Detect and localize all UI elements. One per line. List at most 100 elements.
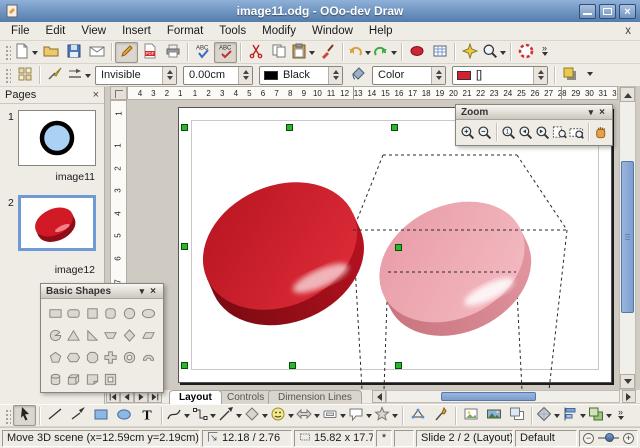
maximize-button[interactable]	[599, 4, 616, 19]
circle-pie-shape-button[interactable]	[46, 325, 64, 345]
ellipse-shape-button[interactable]	[139, 303, 157, 323]
spinner[interactable]	[238, 67, 252, 84]
arrowheads-button[interactable]	[66, 65, 92, 86]
menu-file[interactable]: File	[3, 24, 38, 39]
help-button[interactable]	[514, 42, 537, 63]
ring-shape-button[interactable]	[121, 347, 139, 367]
spinner[interactable]	[533, 67, 547, 84]
rectangle-shape-button[interactable]	[46, 303, 64, 323]
palette-dropdown-button[interactable]: ▾	[136, 286, 149, 297]
diamond-shape-button[interactable]	[121, 325, 139, 345]
shapes-palette-titlebar[interactable]: Basic Shapes ▾ ×	[41, 284, 163, 299]
toolbar-overflow-button[interactable]: »	[537, 42, 552, 63]
zoom-button[interactable]	[481, 42, 507, 63]
line-style-combo[interactable]: Invisible	[95, 66, 177, 85]
line-button[interactable]	[43, 405, 66, 426]
scroll-left-button[interactable]	[372, 390, 386, 403]
spellcheck-button[interactable]: ABC	[191, 42, 214, 63]
redo-button[interactable]	[372, 42, 398, 63]
shift-button[interactable]	[592, 123, 609, 142]
fill-type-combo[interactable]: Color	[372, 66, 446, 85]
zoom-palette-titlebar[interactable]: Zoom ▾ ×	[456, 105, 612, 120]
trapezoid-shape-button[interactable]	[102, 325, 120, 345]
connector-button[interactable]	[191, 405, 217, 426]
zoom-out-button[interactable]: −	[583, 433, 594, 444]
selection-handle[interactable]	[395, 244, 402, 251]
stars-button[interactable]	[373, 405, 399, 426]
cylinder-shape-button[interactable]	[46, 369, 64, 389]
fill-color-combo[interactable]: []	[452, 66, 548, 85]
print-button[interactable]	[161, 42, 184, 63]
frame-shape-button[interactable]	[102, 369, 120, 389]
octagon-shape-button[interactable]	[83, 347, 101, 367]
line-color-combo[interactable]: Black	[259, 66, 343, 85]
copy-button[interactable]	[267, 42, 290, 63]
toolbar-grip[interactable]	[4, 408, 11, 424]
rounded-square-shape-button[interactable]	[102, 303, 120, 323]
entire-page-button[interactable]	[551, 123, 568, 142]
selection-handle[interactable]	[395, 362, 402, 369]
grid-button[interactable]	[428, 42, 451, 63]
export-pdf-button[interactable]: PDF	[138, 42, 161, 63]
edit-file-button[interactable]	[115, 42, 138, 63]
curve-button[interactable]	[165, 405, 191, 426]
zoom-100-button[interactable]: 1	[500, 123, 517, 142]
horizontal-ruler[interactable]: 4321123456789101112131415161718192021222…	[127, 86, 618, 100]
toolbar-options-button[interactable]	[581, 65, 596, 86]
status-position[interactable]: 12.18 / 2.76	[202, 430, 292, 447]
from-file-button[interactable]	[459, 405, 482, 426]
isosceles-triangle-shape-button[interactable]	[65, 325, 83, 345]
3d-objects-button[interactable]	[535, 405, 561, 426]
ellipse-button[interactable]	[112, 405, 135, 426]
tab-controls[interactable]: Controls	[217, 390, 274, 404]
email-button[interactable]	[85, 42, 108, 63]
text-button[interactable]: T	[135, 405, 158, 426]
spinner[interactable]	[431, 67, 445, 84]
points-button[interactable]	[406, 405, 429, 426]
toolbar-grip[interactable]	[4, 44, 11, 60]
minimize-button[interactable]	[579, 4, 596, 19]
toolbar-grip[interactable]	[4, 67, 11, 83]
cut-button[interactable]	[244, 42, 267, 63]
page-thumbnail-2[interactable]	[18, 195, 96, 251]
gluepoints-button[interactable]	[429, 405, 452, 426]
selection-handle[interactable]	[391, 124, 398, 131]
zoom-next-button[interactable]	[534, 123, 551, 142]
format-paintbrush-button[interactable]	[316, 42, 339, 63]
block-arc-shape-button[interactable]	[139, 347, 157, 367]
hexagon-shape-button[interactable]	[65, 347, 83, 367]
tab-dimension-lines[interactable]: Dimension Lines	[268, 390, 362, 404]
tab-layout[interactable]: Layout	[169, 390, 222, 404]
palette-dropdown-button[interactable]: ▾	[585, 107, 598, 118]
chart-button[interactable]	[405, 42, 428, 63]
fill-bucket-button[interactable]	[346, 65, 369, 86]
line-arrow-button[interactable]	[66, 405, 89, 426]
menu-format[interactable]: Format	[159, 24, 211, 39]
styles-button[interactable]	[13, 65, 36, 86]
selection-handle[interactable]	[181, 362, 188, 369]
shadow-button[interactable]	[558, 65, 581, 86]
basic-shapes-button[interactable]	[243, 405, 269, 426]
symbol-shapes-button[interactable]	[269, 405, 295, 426]
select-button[interactable]	[13, 405, 36, 426]
zoom-slider-track[interactable]	[598, 437, 619, 439]
pentagon-shape-button[interactable]	[46, 347, 64, 367]
scroll-down-button[interactable]	[620, 374, 635, 389]
selection-handle[interactable]	[289, 362, 296, 369]
navigator-button[interactable]	[458, 42, 481, 63]
pages-panel-close-button[interactable]: ×	[93, 89, 99, 101]
red-disc[interactable]	[183, 159, 385, 349]
cross-shape-button[interactable]	[102, 347, 120, 367]
clone-button[interactable]	[505, 405, 528, 426]
arrow-style-button[interactable]	[43, 65, 66, 86]
status-page-style[interactable]: Default	[515, 430, 577, 447]
vertical-scroll-thumb[interactable]	[621, 161, 634, 313]
selection-handle[interactable]	[181, 124, 188, 131]
new-document-button[interactable]	[13, 42, 39, 63]
horizontal-scrollbar[interactable]	[386, 390, 620, 403]
page-width-button[interactable]	[568, 123, 585, 142]
circle-shape-button[interactable]	[121, 303, 139, 323]
undo-button[interactable]	[346, 42, 372, 63]
lines-arrows-button[interactable]	[217, 405, 243, 426]
menu-window[interactable]: Window	[304, 24, 361, 39]
